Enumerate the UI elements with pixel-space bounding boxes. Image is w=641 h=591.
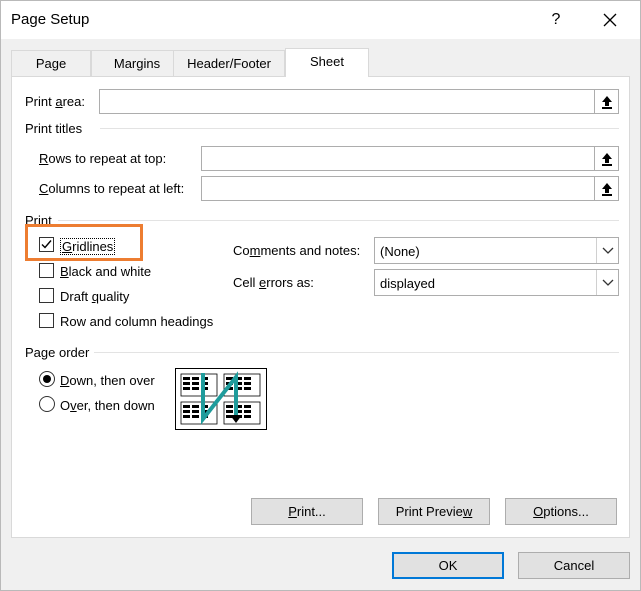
comments-notes-select[interactable]: (None) (374, 237, 619, 264)
gridlines-checkbox[interactable] (39, 237, 54, 252)
chevron-down-icon[interactable] (596, 270, 618, 295)
comments-notes-value: (None) (380, 244, 420, 259)
rows-to-repeat-input[interactable] (201, 146, 619, 171)
help-button[interactable]: ? (544, 7, 568, 33)
collapse-dialog-icon (601, 152, 612, 166)
title-bar: Page Setup ? (1, 1, 640, 39)
black-and-white-checkbox[interactable] (39, 263, 54, 278)
print-area-input[interactable] (99, 89, 619, 114)
black-and-white-label: Black and white (60, 264, 152, 279)
cell-errors-value: displayed (380, 276, 435, 291)
print-area-label: Print area: (25, 94, 85, 109)
columns-to-repeat-input[interactable] (201, 176, 619, 201)
options-button[interactable]: Options... (505, 498, 617, 525)
print-preview-button[interactable]: Print Preview (378, 498, 490, 525)
rows-to-repeat-label: Rows to repeat at top: (39, 151, 167, 166)
down-then-over-radio[interactable] (39, 371, 55, 387)
window-title: Page Setup (11, 11, 90, 28)
page-setup-dialog: Page Setup ? Page Margins Header/Footer … (0, 0, 641, 591)
collapse-dialog-icon (601, 182, 612, 196)
draft-quality-label: Draft quality (60, 289, 130, 304)
print-button[interactable]: Print... (251, 498, 363, 525)
tab-margins[interactable]: Margins (91, 50, 183, 77)
cell-errors-label: Cell errors as: (233, 275, 314, 290)
down-then-over-label: Down, then over (60, 373, 155, 388)
cell-errors-select[interactable]: displayed (374, 269, 619, 296)
columns-to-repeat-label: Columns to repeat at left: (39, 181, 185, 196)
print-separator (58, 220, 619, 221)
tab-page[interactable]: Page (11, 50, 91, 77)
comments-notes-label: Comments and notes: (233, 243, 361, 258)
gridlines-label: Gridlines (60, 238, 116, 255)
row-column-headings-label: Row and column headings (60, 314, 214, 329)
cancel-button[interactable]: Cancel (518, 552, 630, 579)
print-titles-heading: Print titles (25, 121, 83, 136)
row-column-headings-checkbox[interactable] (39, 313, 54, 328)
columns-collapse-button[interactable] (594, 177, 618, 200)
chevron-down-icon[interactable] (596, 238, 618, 263)
tab-header-footer[interactable]: Header/Footer (173, 50, 285, 77)
draft-quality-checkbox[interactable] (39, 288, 54, 303)
collapse-dialog-icon (601, 95, 612, 109)
sheet-panel: Print area: Print titles Rows to repeat … (11, 76, 630, 538)
over-then-down-label: Over, then down (60, 398, 155, 413)
print-area-collapse-button[interactable] (594, 90, 618, 113)
ok-button[interactable]: OK (392, 552, 504, 579)
rows-collapse-button[interactable] (594, 147, 618, 170)
over-then-down-radio[interactable] (39, 396, 55, 412)
tab-sheet[interactable]: Sheet (285, 48, 369, 77)
page-order-heading: Page order (25, 345, 90, 360)
close-icon (603, 13, 617, 27)
page-order-separator (94, 352, 619, 353)
close-button[interactable] (593, 7, 627, 33)
checkmark-icon (41, 240, 52, 249)
print-titles-separator (100, 128, 619, 129)
page-order-diagram-icon (175, 368, 267, 430)
